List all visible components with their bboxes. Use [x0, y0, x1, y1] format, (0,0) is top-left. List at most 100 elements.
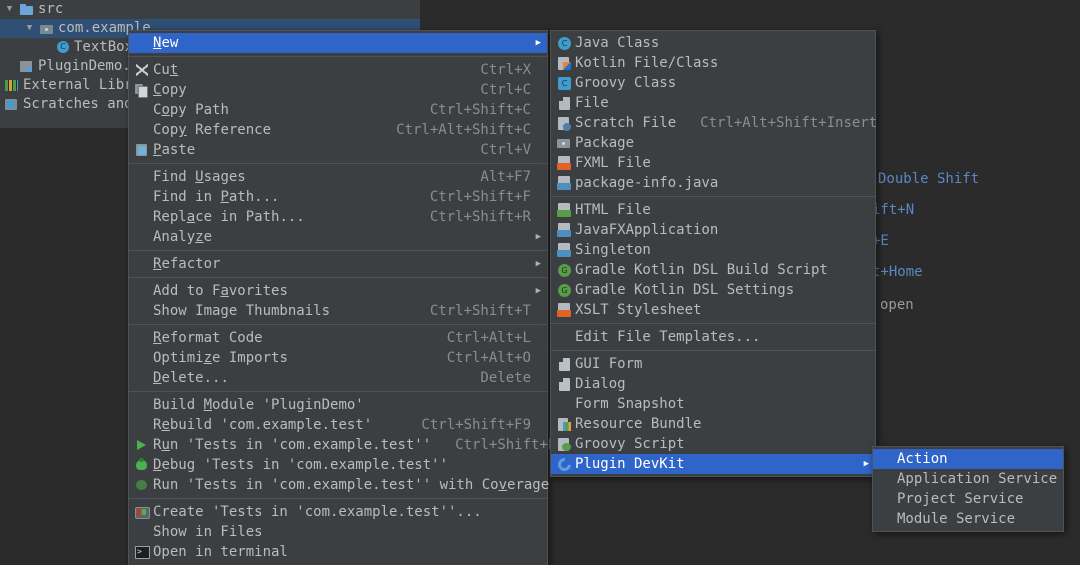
menu-item-module-service[interactable]: Module Service — [873, 509, 1063, 529]
run-icon — [133, 437, 153, 453]
menu-separator — [129, 391, 547, 392]
menu-item-package-info-java[interactable]: package-info.java — [551, 173, 875, 193]
menu-item-open-in-terminal[interactable]: Open in terminal — [129, 542, 547, 562]
menu-item-icon-placeholder — [877, 511, 897, 527]
menu-item-xslt-stylesheet[interactable]: XSLT Stylesheet — [551, 300, 875, 320]
folder-icon — [19, 2, 34, 17]
menu-item-project-service[interactable]: Project Service — [873, 489, 1063, 509]
menu-item-label: Open in terminal — [153, 544, 288, 560]
menu-item-label: Find in Path... — [153, 189, 280, 205]
menu-item-gradle-kotlin-dsl-build-script[interactable]: Gradle Kotlin DSL Build Script — [551, 260, 875, 280]
menu-item-find-in-path[interactable]: Find in Path... Ctrl+Shift+F — [129, 187, 547, 207]
menu-item-delete[interactable]: Delete... Delete — [129, 368, 547, 388]
menu-item-edit-file-templates[interactable]: Edit File Templates... — [551, 327, 875, 347]
editor-hint-text: open — [880, 297, 914, 313]
menu-item-package[interactable]: Package — [551, 133, 875, 153]
dialog-icon — [555, 376, 575, 392]
menu-item-application-service[interactable]: Application Service — [873, 469, 1063, 489]
menu-item-reformat-code[interactable]: Reformat Code Ctrl+Alt+L — [129, 328, 547, 348]
menu-item-run-tests-in-com-example-test[interactable]: Run 'Tests in 'com.example.test'' Ctrl+Sh… — [129, 435, 573, 455]
menu-item-icon-placeholder — [133, 524, 153, 540]
new-submenu[interactable]: Java Class Kotlin File/Class Groovy Class F… — [550, 30, 878, 477]
chevron-down-icon[interactable]: ▼ — [24, 19, 35, 38]
menu-item-icon-placeholder — [133, 122, 153, 138]
menu-item-groovy-script[interactable]: Groovy Script — [551, 434, 875, 454]
menu-item-shortcut: Ctrl+Alt+Shift+Insert — [700, 115, 878, 131]
plugin-devkit-submenu[interactable]: Action Application Service Project Service… — [872, 446, 1064, 532]
menu-item-copy[interactable]: Copy Ctrl+C — [129, 80, 547, 100]
groovy-class-icon — [555, 75, 575, 91]
menu-item-form-snapshot[interactable]: Form Snapshot — [551, 394, 875, 414]
gradle-settings-icon — [555, 282, 575, 298]
menu-item-analyze[interactable]: Analyze ▶ — [129, 227, 547, 247]
menu-item-debug-tests-in-com-example-test[interactable]: Debug 'Tests in 'com.example.test'' — [129, 455, 547, 475]
menu-separator — [551, 196, 875, 197]
menu-item-icon-placeholder — [877, 451, 897, 467]
menu-item-cut[interactable]: Cut Ctrl+X — [129, 60, 547, 80]
menu-item-javafxapplication[interactable]: JavaFXApplication — [551, 220, 875, 240]
menu-item-paste[interactable]: Paste Ctrl+V — [129, 140, 547, 160]
menu-item-groovy-class[interactable]: Groovy Class — [551, 73, 875, 93]
package-icon — [555, 135, 575, 151]
editor-hint-text: ift+N — [872, 202, 915, 218]
project-context-menu[interactable]: New ▶ Cut Ctrl+X Copy Ctrl+C Copy Path Ctrl+Shi… — [128, 30, 573, 565]
menu-item-label: Show Image Thumbnails — [153, 303, 331, 319]
menu-item-build-module-plugindemo[interactable]: Build Module 'PluginDemo' — [129, 395, 547, 415]
paste-icon — [133, 142, 153, 158]
scratch-file-icon — [555, 115, 575, 131]
tree-item-label: PluginDemo. — [38, 58, 131, 74]
menu-item-shortcut: Alt+F7 — [480, 169, 531, 185]
menu-item-copy-path[interactable]: Copy Path Ctrl+Shift+C — [129, 100, 547, 120]
menu-item-replace-in-path[interactable]: Replace in Path... Ctrl+Shift+R — [129, 207, 547, 227]
menu-item-icon-placeholder — [133, 229, 153, 245]
menu-item-refactor[interactable]: Refactor ▶ — [129, 254, 547, 274]
copy-icon — [133, 82, 153, 98]
menu-item-icon-placeholder — [133, 330, 153, 346]
menu-item-plugin-devkit[interactable]: Plugin DevKit ▶ — [551, 454, 875, 474]
menu-item-shortcut: Ctrl+V — [480, 142, 531, 158]
menu-item-label: HTML File — [575, 202, 651, 218]
resource-bundle-icon — [555, 416, 575, 432]
menu-item-label: Optimize Imports — [153, 350, 288, 366]
menu-item-icon-placeholder — [133, 397, 153, 413]
menu-item-optimize-imports[interactable]: Optimize Imports Ctrl+Alt+O — [129, 348, 547, 368]
menu-separator — [551, 323, 875, 324]
menu-item-icon-placeholder — [555, 329, 575, 345]
menu-item-scratch-file[interactable]: Scratch File Ctrl+Alt+Shift+Insert — [551, 113, 878, 133]
menu-item-singleton[interactable]: Singleton — [551, 240, 875, 260]
kotlin-file-icon — [555, 55, 575, 71]
menu-item-label: Form Snapshot — [575, 396, 685, 412]
menu-item-java-class[interactable]: Java Class — [551, 33, 875, 53]
gradle-build-icon — [555, 262, 575, 278]
chevron-right-icon: ▶ — [535, 259, 541, 269]
menu-item-find-usages[interactable]: Find Usages Alt+F7 — [129, 167, 547, 187]
menu-item-add-to-favorites[interactable]: Add to Favorites ▶ — [129, 281, 547, 301]
menu-item-label: Run 'Tests in 'com.example.test'' — [153, 437, 432, 453]
menu-item-label: Dialog — [575, 376, 626, 392]
menu-item-gui-form[interactable]: GUI Form — [551, 354, 875, 374]
menu-item-label: Singleton — [575, 242, 651, 258]
menu-item-run-tests-in-com-example-test-with-coverage[interactable]: Run 'Tests in 'com.example.test'' with C… — [129, 475, 550, 495]
tree-item-src[interactable]: ▼ src — [0, 0, 420, 19]
menu-item-fxml-file[interactable]: FXML File — [551, 153, 875, 173]
menu-item-label: package-info.java — [575, 175, 719, 191]
menu-item-show-in-files[interactable]: Show in Files — [129, 522, 547, 542]
menu-item-icon-placeholder — [555, 396, 575, 412]
menu-separator — [129, 163, 547, 164]
menu-item-html-file[interactable]: HTML File — [551, 200, 875, 220]
menu-item-dialog[interactable]: Dialog — [551, 374, 875, 394]
chevron-down-icon[interactable]: ▼ — [4, 0, 15, 19]
menu-item-file[interactable]: File — [551, 93, 875, 113]
menu-item-copy-reference[interactable]: Copy Reference Ctrl+Alt+Shift+C — [129, 120, 547, 140]
menu-item-kotlin-file-class[interactable]: Kotlin File/Class — [551, 53, 875, 73]
menu-item-gradle-kotlin-dsl-settings[interactable]: Gradle Kotlin DSL Settings — [551, 280, 875, 300]
menu-item-new[interactable]: New ▶ — [129, 33, 547, 53]
menu-item-label: Copy Reference — [153, 122, 272, 138]
menu-item-rebuild-com-example-test[interactable]: Rebuild 'com.example.test' Ctrl+Shift+F9 — [129, 415, 547, 435]
menu-item-label: Run 'Tests in 'com.example.test'' with C… — [153, 477, 550, 493]
menu-item-show-image-thumbnails[interactable]: Show Image Thumbnails Ctrl+Shift+T — [129, 301, 547, 321]
menu-item-action[interactable]: Action — [873, 449, 1063, 469]
menu-item-label: Delete... — [153, 370, 229, 386]
menu-item-create-tests-in-com-example-test[interactable]: Create 'Tests in 'com.example.test''... — [129, 502, 547, 522]
menu-item-resource-bundle[interactable]: Resource Bundle — [551, 414, 875, 434]
